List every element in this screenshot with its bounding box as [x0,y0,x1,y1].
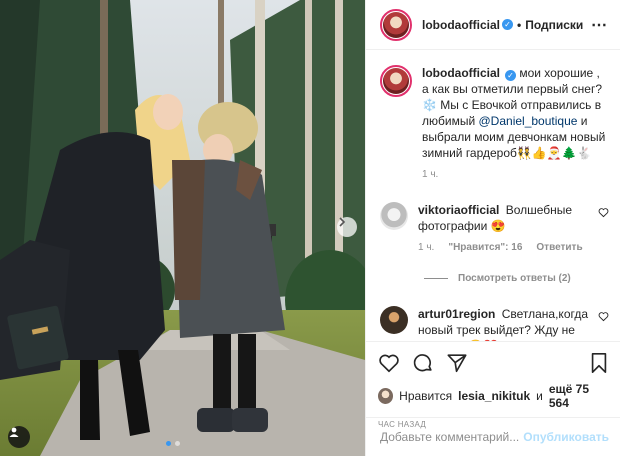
reply-button[interactable]: Ответить [536,242,582,253]
likes-count[interactable]: ещё 75 564 [549,382,609,410]
carousel-dot [175,441,180,446]
liker-username[interactable]: lesia_nikituk [458,389,530,403]
like-comment-heart-icon[interactable] [598,207,609,218]
header-meta: lobodaofficial ✓ • Подписки [422,18,583,32]
author-avatar[interactable] [380,8,412,41]
caption-content: lobodaofficial ✓ мои хорошие , а как вы о… [422,65,609,180]
separator-dot: • [517,17,522,32]
comments-list[interactable]: lobodaofficial ✓ мои хорошие , а как вы о… [366,51,620,341]
view-replies-label: Посмотреть ответы (2) [458,273,571,284]
caption-meta: 1 ч. [422,169,609,180]
comment-meta: 1 ч. "Нравится": 16 Ответить [418,242,588,253]
publish-button[interactable]: Опубликовать [523,430,609,444]
post-sidebar: lobodaofficial ✓ • Подписки ⋯ lobodaoffi… [365,0,620,456]
comment-icon[interactable] [412,352,434,374]
likes-and: и [536,389,543,403]
liker-avatar[interactable] [378,388,394,404]
verified-badge-icon: ✓ [502,19,513,30]
post-photo[interactable] [0,0,365,456]
commenter-username[interactable]: artur01region [418,307,495,321]
commenter-username[interactable]: viktoriaofficial [418,203,499,217]
caption-text: lobodaofficial ✓ мои хорошие , а как вы о… [422,65,609,161]
comment-content: artur01region Светлана,когда новый трек … [418,306,588,341]
following-button[interactable]: Подписки [525,18,583,32]
like-comment-heart-icon[interactable] [598,311,609,322]
author-username[interactable]: lobodaofficial [422,18,500,32]
caption-time[interactable]: 1 ч. [422,169,438,180]
likes-summary: Нравится lesia_nikituk и ещё 75 564 [378,382,609,410]
action-bar [378,348,609,378]
share-icon[interactable] [446,352,468,374]
user-tag-icon [9,427,19,437]
comment-likes[interactable]: "Нравится": 16 [448,242,522,253]
verified-badge-icon: ✓ [505,70,516,81]
commenter-avatar[interactable] [380,306,408,334]
comment-time[interactable]: 1 ч. [418,242,434,253]
comment-text: artur01region Светлана,когда новый трек … [418,306,588,341]
add-comment-bar: Добавьте комментарий... Опубликовать [366,417,620,456]
view-replies-button[interactable]: Посмотреть ответы (2) [424,273,609,284]
chevron-right-icon [339,217,346,227]
caption-author-avatar[interactable] [380,65,412,97]
comment: artur01region Светлана,когда новый трек … [380,306,609,341]
commenter-avatar[interactable] [380,202,408,230]
caption-username[interactable]: lobodaofficial [422,66,500,80]
tagged-users-button[interactable] [8,426,30,448]
photo-scene [0,0,365,456]
carousel-dots [166,441,180,446]
save-icon[interactable] [589,352,609,374]
post-actions: Нравится lesia_nikituk и ещё 75 564 ЧАС … [366,341,620,429]
comment-input[interactable]: Добавьте комментарий... [380,430,519,444]
more-options-icon[interactable]: ⋯ [591,15,608,35]
caption-mention-link[interactable]: @Daniel_boutique [479,114,578,128]
likes-prefix: Нравится [399,389,453,403]
comment: viktoriaofficial Волшебные фотографии 😍 … [380,202,609,253]
post-header: lobodaofficial ✓ • Подписки ⋯ [366,0,620,50]
replies-divider [424,278,448,279]
heart-icon[interactable] [378,352,400,374]
comment-content: viktoriaofficial Волшебные фотографии 😍 … [418,202,588,253]
next-photo-button[interactable] [337,217,357,237]
comment-text: viktoriaofficial Волшебные фотографии 😍 [418,202,588,234]
carousel-dot [166,441,171,446]
caption: lobodaofficial ✓ мои хорошие , а как вы о… [380,65,609,180]
